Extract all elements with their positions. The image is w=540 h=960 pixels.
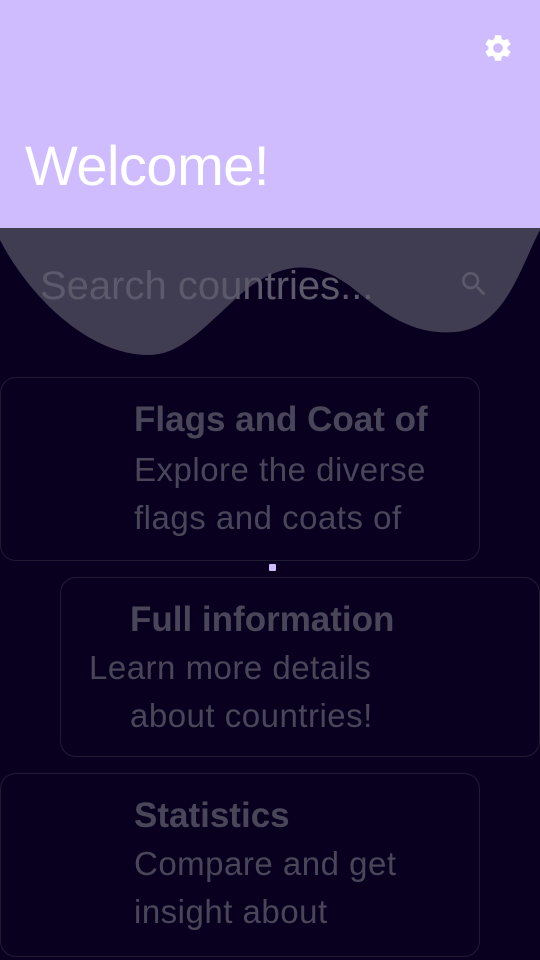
card-description-line: Explore the diverse [134, 451, 426, 488]
card-statistics[interactable]: Statistics Compare and get insight about [0, 773, 480, 957]
search-icon[interactable] [458, 268, 490, 300]
home-screen: Welcome! Flags and Coat of Explore the d… [0, 0, 540, 960]
card-flags-coats[interactable]: Flags and Coat of Explore the diverse fl… [0, 377, 480, 561]
card-full-information[interactable]: Full information Learn more details abou… [60, 577, 540, 757]
card-title: Full information [130, 600, 395, 639]
welcome-header: Welcome! [0, 0, 540, 228]
search-input[interactable] [40, 258, 440, 314]
settings-button[interactable] [478, 28, 518, 68]
card-description-line: Compare and get [134, 845, 397, 882]
card-description-line: Learn more details [89, 649, 372, 686]
gear-icon [485, 35, 511, 61]
card-description-line: flags and coats of [134, 499, 402, 536]
card-title: Statistics [134, 796, 290, 835]
page-title: Welcome! [25, 134, 269, 197]
page-indicator-dot [269, 564, 276, 571]
card-title: Flags and Coat of [134, 400, 428, 439]
card-description-line: insight about [134, 893, 328, 930]
card-description-line: about countries! [130, 697, 373, 734]
